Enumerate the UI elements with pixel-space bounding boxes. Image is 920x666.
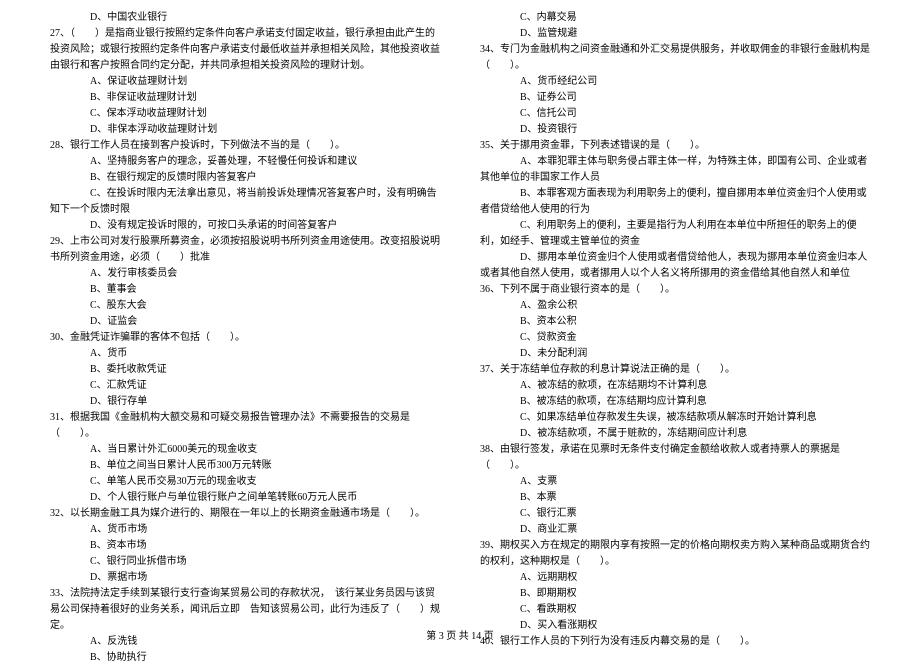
option-line: A、货币市场 [50, 522, 440, 538]
option-line: A、保证收益理财计划 [50, 74, 440, 90]
option-line: D、票据市场 [50, 570, 440, 586]
left-column: D、中国农业银行27、（ ）是指商业银行按照约定条件向客户承诺支付固定收益，银行… [50, 10, 440, 610]
option-line: A、坚持服务客户的理念，妥善处理，不轻慢任何投诉和建议 [50, 154, 440, 170]
question-line: 35、关于挪用资金罪，下列表述错误的是（ ）。 [480, 138, 870, 154]
option-line: B、即期期权 [480, 586, 870, 602]
question-line: 38、由银行签发，承诺在见票时无条件支付确定金额给收款人或者持票人的票据是（ ）… [480, 442, 870, 474]
option-line: D、非保本浮动收益理财计划 [50, 122, 440, 138]
option-line: C、股东大会 [50, 298, 440, 314]
two-column-layout: D、中国农业银行27、（ ）是指商业银行按照约定条件向客户承诺支付固定收益，银行… [50, 10, 870, 610]
option-line: B、董事会 [50, 282, 440, 298]
option-line: D、中国农业银行 [50, 10, 440, 26]
option-line: B、单位之间当日累计人民币300万元转账 [50, 458, 440, 474]
option-line: B、证券公司 [480, 90, 870, 106]
option-line: B、委托收款凭证 [50, 362, 440, 378]
option-line: A、盈余公积 [480, 298, 870, 314]
option-line: D、没有规定投诉时限的，可按口头承诺的时间答复客户 [50, 218, 440, 234]
option-line: C、单笔人民币交易30万元的现金收支 [50, 474, 440, 490]
option-line: D、个人银行账户与单位银行账户之间单笔转账60万元人民币 [50, 490, 440, 506]
question-line: 39、期权买入方在规定的期限内享有按照一定的价格向期权卖方购入某种商品或期货合约… [480, 538, 870, 570]
option-line: B、资本市场 [50, 538, 440, 554]
option-line: D、未分配利润 [480, 346, 870, 362]
option-line: C、利用职务上的便利，主要是指行为人利用在本单位中所担任的职务上的便利，如经手、… [480, 218, 870, 250]
option-line: C、如果冻结单位存款发生失误，被冻结款项从解冻时开始计算利息 [480, 410, 870, 426]
option-line: C、内幕交易 [480, 10, 870, 26]
option-line: C、汇款凭证 [50, 378, 440, 394]
page-footer: 第 3 页 共 14 页 [0, 629, 920, 645]
question-line: 34、专门为金融机构之间资金融通和外汇交易提供服务，并收取佣金的非银行金融机构是… [480, 42, 870, 74]
question-line: 31、根据我国《金融机构大额交易和可疑交易报告管理办法》不需要报告的交易是（ ）… [50, 410, 440, 442]
option-line: A、本罪犯罪主体与职务侵占罪主体一样，为特殊主体，即国有公司、企业或者其他单位的… [480, 154, 870, 186]
option-line: D、投资银行 [480, 122, 870, 138]
option-line: A、支票 [480, 474, 870, 490]
option-line: A、发行审核委员会 [50, 266, 440, 282]
option-line: D、被冻结款项，不属于赃款的，冻结期间应计利息 [480, 426, 870, 442]
question-line: 33、法院持法定手续到某银行支行查询某贸易公司的存款状况， 该行某业务员因与该贸… [50, 586, 440, 634]
question-line: 27、（ ）是指商业银行按照约定条件向客户承诺支付固定收益，银行承担由此产生的投… [50, 26, 440, 74]
option-line: D、商业汇票 [480, 522, 870, 538]
option-line: D、监管规避 [480, 26, 870, 42]
option-line: A、远期期权 [480, 570, 870, 586]
option-line: C、信托公司 [480, 106, 870, 122]
question-line: 28、银行工作人员在接到客户投诉时，下列做法不当的是（ ）。 [50, 138, 440, 154]
option-line: A、货币经纪公司 [480, 74, 870, 90]
question-line: 30、金融凭证诈骗罪的客体不包括（ ）。 [50, 330, 440, 346]
option-line: C、保本浮动收益理财计划 [50, 106, 440, 122]
option-line: C、看跌期权 [480, 602, 870, 618]
option-line: D、挪用本单位资金归个人使用或者借贷给他人，表现为挪用本单位资金归本人或者其他自… [480, 250, 870, 282]
option-line: A、当日累计外汇6000美元的现金收支 [50, 442, 440, 458]
option-line: A、货币 [50, 346, 440, 362]
question-line: 36、下列不属于商业银行资本的是（ ）。 [480, 282, 870, 298]
option-line: D、银行存单 [50, 394, 440, 410]
option-line: C、银行汇票 [480, 506, 870, 522]
option-line: B、资本公积 [480, 314, 870, 330]
option-line: D、证监会 [50, 314, 440, 330]
question-line: 29、上市公司对发行股票所募资金，必须按招股说明书所列资金用途使用。改变招股说明… [50, 234, 440, 266]
option-line: B、协助执行 [50, 650, 440, 666]
option-line: B、非保证收益理财计划 [50, 90, 440, 106]
option-line: B、在银行规定的反馈时限内答复客户 [50, 170, 440, 186]
option-line: A、被冻结的款项，在冻结期均不计算利息 [480, 378, 870, 394]
option-line: C、贷款资金 [480, 330, 870, 346]
option-line: C、银行同业拆借市场 [50, 554, 440, 570]
option-line: C、在投诉时限内无法拿出意见，将当前投诉处理情况答复客户时，没有明确告知下一个反… [50, 186, 440, 218]
right-column: C、内幕交易D、监管规避34、专门为金融机构之间资金融通和外汇交易提供服务，并收… [480, 10, 870, 610]
question-line: 32、以长期金融工具为媒介进行的、期限在一年以上的长期资金融通市场是（ ）。 [50, 506, 440, 522]
question-line: 37、关于冻结单位存款的利息计算说法正确的是（ ）。 [480, 362, 870, 378]
option-line: B、本票 [480, 490, 870, 506]
option-line: B、本罪客观方面表现为利用职务上的便利，擅自挪用本单位资金归个人使用或者借贷给他… [480, 186, 870, 218]
option-line: B、被冻结的款项，在冻结期均应计算利息 [480, 394, 870, 410]
